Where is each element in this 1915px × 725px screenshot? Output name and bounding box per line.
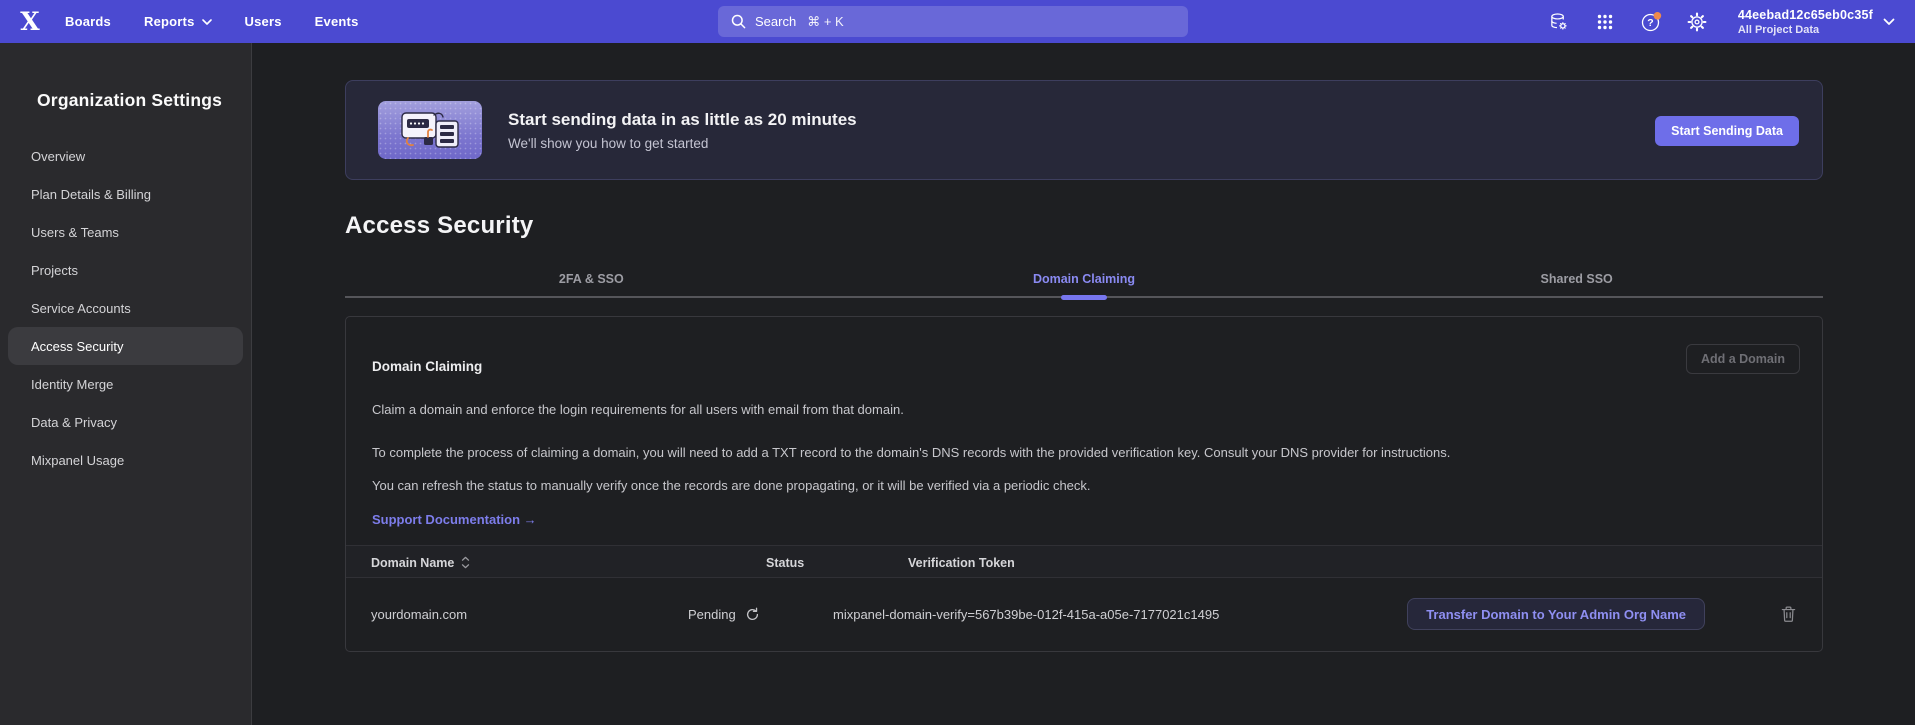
add-domain-button[interactable]: Add a Domain bbox=[1686, 344, 1800, 374]
transfer-domain-button[interactable]: Transfer Domain to Your Admin Org Name bbox=[1407, 598, 1705, 630]
domains-table-header: Domain Name Status Verification Token bbox=[346, 545, 1822, 578]
banner-subtitle: We'll show you how to get started bbox=[508, 136, 857, 151]
sidebar-item-mixpanel-usage[interactable]: Mixpanel Usage bbox=[8, 441, 243, 479]
nav-item-users[interactable]: Users bbox=[245, 14, 282, 29]
data-management-icon[interactable] bbox=[1536, 12, 1582, 31]
notification-badge bbox=[1653, 12, 1661, 20]
topbar-right-cluster: ? 44eebad12c65eb0c35f All Project Data bbox=[1536, 0, 1915, 43]
banner-title: Start sending data in as little as 20 mi… bbox=[508, 110, 857, 130]
table-row: yourdomain.com Pending mixpanel-domain-v… bbox=[346, 578, 1822, 650]
sort-icon[interactable] bbox=[461, 556, 470, 569]
access-security-tabs: 2FA & SSO Domain Claiming Shared SSO bbox=[345, 262, 1823, 298]
sidebar-item-identity-merge[interactable]: Identity Merge bbox=[8, 365, 243, 403]
global-search-input[interactable]: Search ⌘ + K bbox=[718, 6, 1188, 37]
column-header-verification-token: Verification Token bbox=[908, 546, 1015, 579]
nav-item-reports[interactable]: Reports bbox=[144, 14, 212, 29]
banner-illustration bbox=[378, 101, 482, 159]
verification-token-cell: mixpanel-domain-verify=567b39be-012f-415… bbox=[833, 578, 1219, 650]
sidebar-title: Organization Settings bbox=[0, 43, 251, 111]
tab-2fa-sso[interactable]: 2FA & SSO bbox=[345, 262, 838, 296]
search-shortcut: ⌘ + K bbox=[807, 14, 844, 30]
page-title: Access Security bbox=[345, 212, 533, 240]
top-navigation-bar: X Boards Reports Users Events Search ⌘ +… bbox=[0, 0, 1915, 43]
settings-sidebar: Organization Settings Overview Plan Deta… bbox=[0, 43, 252, 725]
account-switcher[interactable]: 44eebad12c65eb0c35f All Project Data bbox=[1738, 8, 1873, 36]
search-placeholder: Search bbox=[755, 14, 796, 29]
sidebar-item-plan-details-billing[interactable]: Plan Details & Billing bbox=[8, 175, 243, 213]
delete-domain-trash-icon[interactable] bbox=[1780, 605, 1797, 623]
sidebar-item-overview[interactable]: Overview bbox=[8, 137, 243, 175]
sidebar-item-data-privacy[interactable]: Data & Privacy bbox=[8, 403, 243, 441]
sidebar-menu: Overview Plan Details & Billing Users & … bbox=[0, 137, 251, 479]
mixpanel-logo-icon[interactable]: X bbox=[15, 0, 45, 43]
sidebar-item-service-accounts[interactable]: Service Accounts bbox=[8, 289, 243, 327]
apps-grid-icon[interactable] bbox=[1582, 13, 1628, 31]
card-paragraph: You can refresh the status to manually v… bbox=[372, 475, 1467, 497]
sidebar-item-users-teams[interactable]: Users & Teams bbox=[8, 213, 243, 251]
domain-claiming-card: Add a Domain Domain Claiming Claim a dom… bbox=[345, 316, 1823, 652]
nav-item-events[interactable]: Events bbox=[315, 14, 359, 29]
start-sending-data-button[interactable]: Start Sending Data bbox=[1655, 116, 1799, 146]
domains-table: Domain Name Status Verification Token yo… bbox=[346, 545, 1822, 650]
card-body: Domain Claiming Claim a domain and enfor… bbox=[346, 317, 1822, 529]
card-title: Domain Claiming bbox=[372, 359, 1796, 374]
card-paragraph: Claim a domain and enforce the login req… bbox=[372, 399, 1467, 421]
sidebar-item-projects[interactable]: Projects bbox=[8, 251, 243, 289]
account-scope: All Project Data bbox=[1738, 24, 1873, 36]
sidebar-item-access-security[interactable]: Access Security bbox=[8, 327, 243, 365]
tab-domain-claiming[interactable]: Domain Claiming bbox=[838, 262, 1331, 296]
banner-text: Start sending data in as little as 20 mi… bbox=[508, 110, 857, 151]
tab-shared-sso[interactable]: Shared SSO bbox=[1330, 262, 1823, 296]
help-icon[interactable]: ? bbox=[1628, 11, 1674, 33]
account-id: 44eebad12c65eb0c35f bbox=[1738, 8, 1873, 22]
onboarding-banner: Start sending data in as little as 20 mi… bbox=[345, 80, 1823, 180]
settings-gear-icon[interactable] bbox=[1674, 12, 1720, 32]
status-cell: Pending bbox=[688, 578, 760, 650]
primary-nav: Boards Reports Users Events bbox=[65, 14, 359, 29]
status-value: Pending bbox=[688, 607, 736, 622]
support-documentation-link[interactable]: Support Documentation → bbox=[372, 512, 537, 527]
search-icon bbox=[731, 14, 746, 29]
column-header-status: Status bbox=[766, 546, 804, 579]
svg-text:?: ? bbox=[1647, 17, 1653, 29]
domain-name-cell: yourdomain.com bbox=[371, 578, 467, 650]
refresh-status-icon[interactable] bbox=[745, 607, 760, 622]
column-header-domain-name[interactable]: Domain Name bbox=[371, 546, 470, 579]
chevron-down-icon bbox=[202, 19, 212, 25]
card-paragraph: To complete the process of claiming a do… bbox=[372, 442, 1467, 464]
account-chevron-down-icon[interactable] bbox=[1883, 18, 1895, 26]
nav-item-boards[interactable]: Boards bbox=[65, 14, 111, 29]
